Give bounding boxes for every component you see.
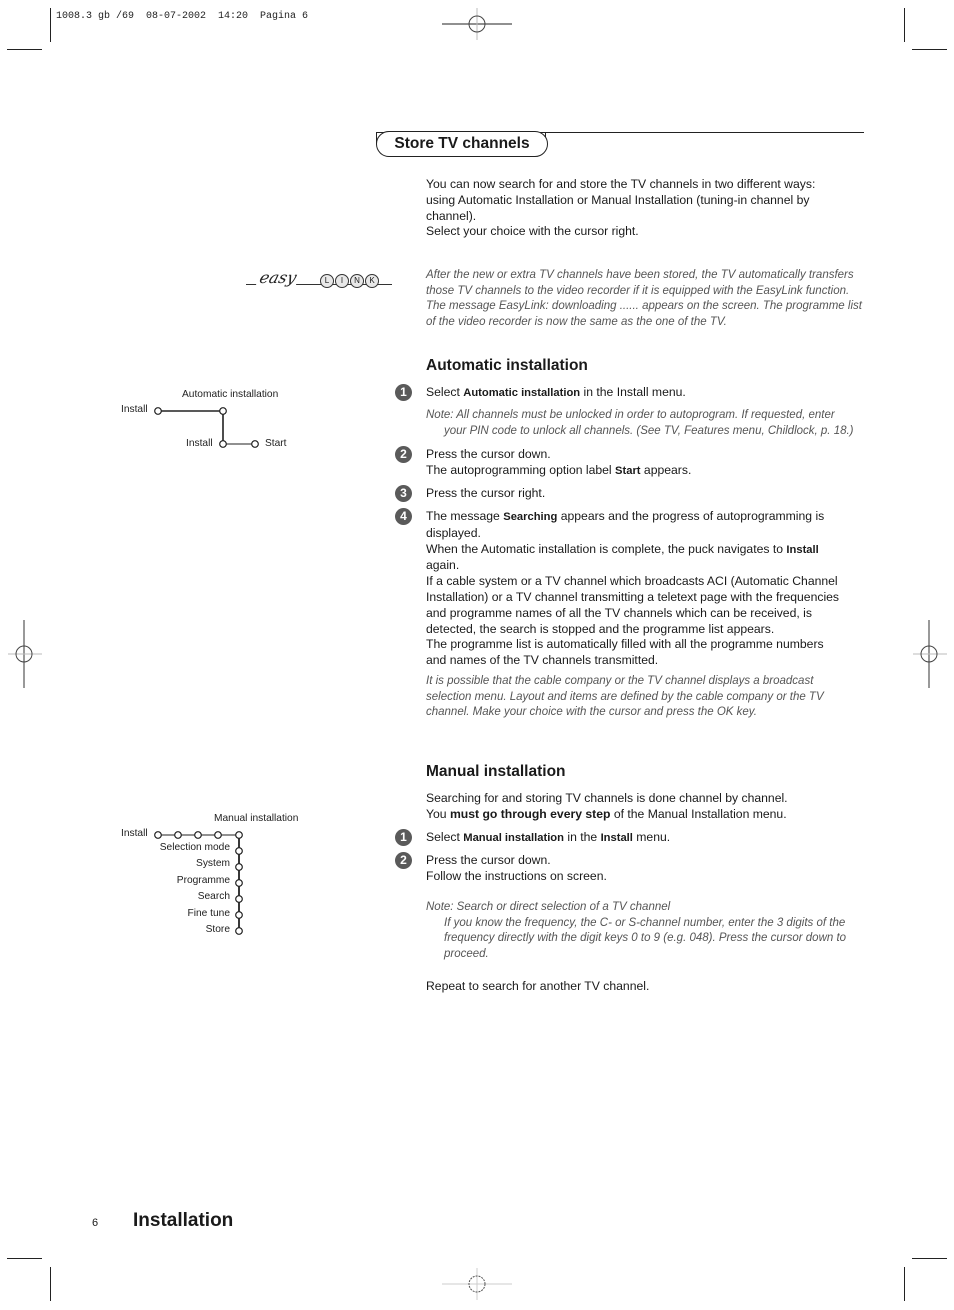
manual-diagram-item: Selection mode <box>159 842 230 853</box>
menu-node <box>154 407 162 415</box>
menu-node <box>174 831 182 839</box>
automatic-installation-heading: Automatic installation <box>426 357 588 374</box>
menu-node <box>214 831 222 839</box>
menu-node <box>251 440 259 448</box>
crop-mark <box>904 1267 905 1301</box>
easylink-logo: easy L I N K <box>246 268 392 292</box>
crop-mark <box>912 1258 947 1259</box>
manual-intro: Searching for and storing TV channels is… <box>426 791 788 821</box>
auto-step-1: Select Automatic installation in the Ins… <box>426 385 686 399</box>
step-number-icon: 2 <box>395 446 412 463</box>
step-number-icon: 3 <box>395 485 412 502</box>
chapter-title: Installation <box>133 1210 234 1231</box>
menu-node <box>154 831 162 839</box>
page-number: 6 <box>92 1217 99 1229</box>
crop-mark <box>50 8 51 42</box>
menu-node <box>194 831 202 839</box>
section-title-pill: Store TV channels <box>376 131 548 157</box>
menu-node <box>235 863 243 871</box>
easylink-letter: N <box>350 274 364 288</box>
manual-diagram-item: Programme <box>176 875 230 886</box>
manual-note: Note: Search or direct selection of a TV… <box>426 901 847 960</box>
step-number-icon: 4 <box>395 508 412 525</box>
manual-step-1: Select Manual installation in the Instal… <box>426 830 671 844</box>
registration-mark-right <box>913 620 947 688</box>
menu-node <box>235 895 243 903</box>
print-header: 1008.3 gb /69 08-07-2002 14:20 Pagina 6 <box>56 11 309 22</box>
manual-diagram-item: Store <box>205 924 230 935</box>
menu-node <box>235 847 243 855</box>
step-number-icon: 1 <box>395 384 412 401</box>
menu-node <box>219 407 227 415</box>
section-title-text: Store TV channels <box>394 135 530 152</box>
step-number-icon: 2 <box>395 852 412 869</box>
easylink-letter: L <box>320 274 334 288</box>
step-number-icon: 1 <box>395 829 412 846</box>
auto-step-3: Press the cursor right. <box>426 486 546 500</box>
auto-diagram-title: Automatic installation <box>182 389 279 400</box>
auto-step-2: Press the cursor down. The autoprogrammi… <box>426 447 692 477</box>
manual-diagram-root: Install <box>121 828 148 839</box>
intro-text: You can now search for and store the TV … <box>426 177 816 239</box>
crop-mark <box>50 1267 51 1301</box>
crop-mark <box>7 1258 42 1259</box>
registration-mark-top <box>442 8 512 40</box>
manual-diagram-item: System <box>196 858 230 869</box>
manual-diagram-item: Fine tune <box>187 908 230 919</box>
auto-note-1: Note: All channels must be unlocked in o… <box>426 409 854 437</box>
registration-mark-bottom <box>442 1268 512 1300</box>
auto-note-2: It is possible that the cable company or… <box>426 675 824 719</box>
crop-mark <box>904 8 905 42</box>
auto-diagram-sub: Install <box>186 438 213 449</box>
manual-installation-heading: Manual installation <box>426 763 566 780</box>
menu-node <box>235 879 243 887</box>
easylink-logo-script: easy <box>255 268 301 287</box>
auto-diagram-end: Start <box>265 438 287 449</box>
auto-step-4: The message Searching appears and the pr… <box>426 509 840 668</box>
crop-mark <box>912 49 947 50</box>
easylink-letter: K <box>365 274 379 288</box>
crop-mark <box>7 49 42 50</box>
easylink-note: After the new or extra TV channels have … <box>426 269 862 328</box>
auto-diagram-root: Install <box>121 404 148 415</box>
registration-mark-left <box>8 620 42 688</box>
menu-node <box>235 911 243 919</box>
menu-node <box>235 831 243 839</box>
manual-step-2: Press the cursor down. Follow the instru… <box>426 853 607 883</box>
menu-node <box>235 927 243 935</box>
menu-node <box>219 440 227 448</box>
manual-diagram-item: Search <box>197 891 230 902</box>
manual-repeat: Repeat to search for another TV channel. <box>426 979 650 993</box>
manual-diagram-title: Manual installation <box>214 813 299 824</box>
easylink-letter: I <box>335 274 349 288</box>
